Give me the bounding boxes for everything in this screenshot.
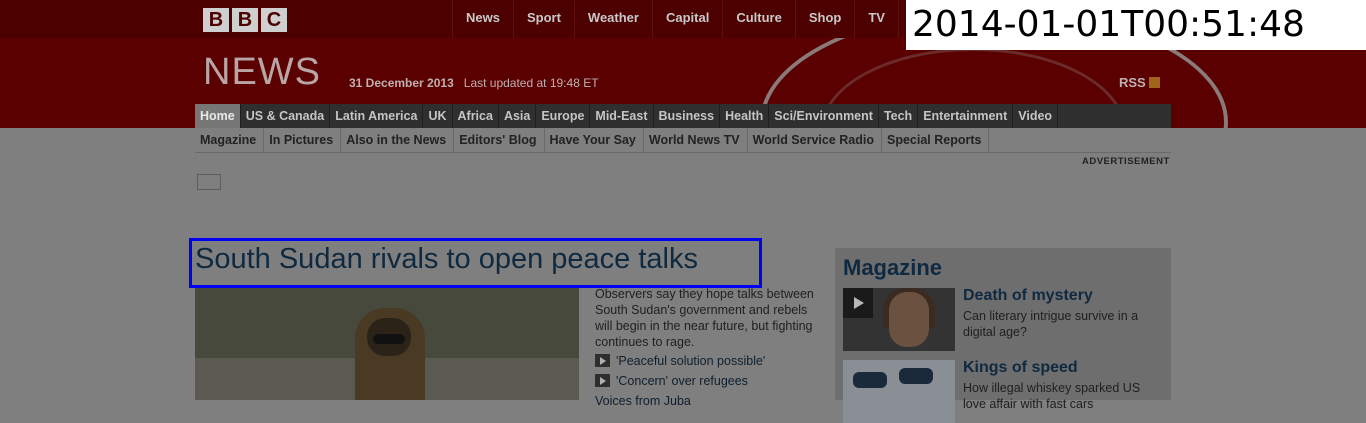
thumb-car xyxy=(853,372,887,388)
main-nav-tech[interactable]: Tech xyxy=(879,104,919,128)
play-icon xyxy=(843,288,873,318)
top-nav-shop[interactable]: Shop xyxy=(794,0,855,38)
current-date: 31 December 2013 xyxy=(349,76,454,90)
main-nav-asia[interactable]: Asia xyxy=(499,104,537,128)
main-nav-entertainment[interactable]: Entertainment xyxy=(918,104,1014,128)
main-nav-latin-america[interactable]: Latin America xyxy=(330,104,424,128)
top-nav-news[interactable]: News xyxy=(452,0,513,38)
bbc-logo[interactable]: B B C xyxy=(203,8,287,32)
main-nav-video[interactable]: Video xyxy=(1013,104,1059,128)
news-logo[interactable]: NEWS xyxy=(203,51,321,94)
magazine-title[interactable]: Magazine xyxy=(843,255,942,281)
photo-soldier-goggles xyxy=(373,334,405,344)
magazine-thumb-kings-of-speed[interactable] xyxy=(843,360,955,423)
sub-nav-world-service-radio[interactable]: World Service Radio xyxy=(748,128,882,152)
main-nav-uk[interactable]: UK xyxy=(423,104,453,128)
advertisement-placeholder[interactable] xyxy=(197,174,221,190)
magazine-text-death-of-mystery: Can literary intrigue survive in a digit… xyxy=(963,309,1139,339)
top-story-photo[interactable] xyxy=(195,288,579,400)
top-nav-weather[interactable]: Weather xyxy=(573,0,652,38)
bbc-logo-letter-3: C xyxy=(261,8,287,32)
sub-nav-have-your-say[interactable]: Have Your Say xyxy=(545,128,644,152)
sub-nav-in-pictures[interactable]: In Pictures xyxy=(264,128,342,152)
rss-label: RSS xyxy=(1119,75,1146,90)
related-link-label: 'Concern' over refugees xyxy=(616,374,748,388)
sub-nav-also-in-the-news[interactable]: Also in the News xyxy=(341,128,455,152)
top-story-headline[interactable]: South Sudan rivals to open peace talks xyxy=(195,243,698,276)
top-nav-tv[interactable]: TV xyxy=(854,0,898,38)
sub-nav: Magazine In Pictures Also in the News Ed… xyxy=(195,128,1171,153)
main-nav-health[interactable]: Health xyxy=(720,104,770,128)
top-nav: News Sport Weather Capital Culture Shop … xyxy=(452,0,934,38)
magazine-headline-death-of-mystery[interactable]: Death of mystery xyxy=(963,287,1093,305)
advertisement-label: ADVERTISEMENT xyxy=(1082,156,1170,167)
main-nav: Home US & Canada Latin America UK Africa… xyxy=(195,104,1171,128)
magazine-thumb-death-of-mystery[interactable] xyxy=(843,288,955,351)
related-link-label: 'Peaceful solution possible' xyxy=(616,354,766,368)
sub-nav-world-news-tv[interactable]: World News TV xyxy=(644,128,748,152)
rss-icon xyxy=(1148,77,1160,88)
magazine-text-kings-of-speed: How illegal whiskey sparked US love affa… xyxy=(963,381,1141,411)
top-nav-culture[interactable]: Culture xyxy=(722,0,795,38)
thumb-car xyxy=(899,368,933,384)
related-link-voices-from-juba[interactable]: Voices from Juba xyxy=(595,394,691,408)
top-nav-capital[interactable]: Capital xyxy=(651,0,722,38)
play-icon xyxy=(595,354,610,367)
top-story-summary: Observers say they hope talks between So… xyxy=(595,287,814,349)
dateline: 31 December 2013 Last updated at 19:48 E… xyxy=(349,76,599,90)
sub-nav-editors-blog[interactable]: Editors' Blog xyxy=(454,128,545,152)
sub-nav-special-reports[interactable]: Special Reports xyxy=(882,128,990,152)
bbc-logo-letter-1: B xyxy=(203,8,229,32)
main-nav-sci-environment[interactable]: Sci/Environment xyxy=(769,104,879,128)
related-link-concern-refugees[interactable]: 'Concern' over refugees xyxy=(595,374,748,388)
magazine-headline-kings-of-speed[interactable]: Kings of speed xyxy=(963,359,1078,377)
main-nav-us-canada[interactable]: US & Canada xyxy=(241,104,331,128)
last-updated: Last updated at 19:48 ET xyxy=(463,76,599,90)
main-nav-home[interactable]: Home xyxy=(195,104,241,128)
top-nav-sport[interactable]: Sport xyxy=(512,0,574,38)
related-link-peaceful-solution[interactable]: 'Peaceful solution possible' xyxy=(595,354,765,368)
main-nav-africa[interactable]: Africa xyxy=(453,104,499,128)
main-nav-europe[interactable]: Europe xyxy=(536,104,591,128)
rss-link[interactable]: RSS xyxy=(1119,75,1160,90)
sub-nav-magazine[interactable]: Magazine xyxy=(195,128,265,152)
main-nav-business[interactable]: Business xyxy=(654,104,721,128)
play-icon xyxy=(595,374,610,387)
bbc-logo-letter-2: B xyxy=(232,8,258,32)
capture-timestamp: 2014-01-01T00:51:48 xyxy=(906,0,1366,50)
main-nav-mid-east[interactable]: Mid-East xyxy=(590,104,654,128)
thumb-face xyxy=(889,292,929,347)
